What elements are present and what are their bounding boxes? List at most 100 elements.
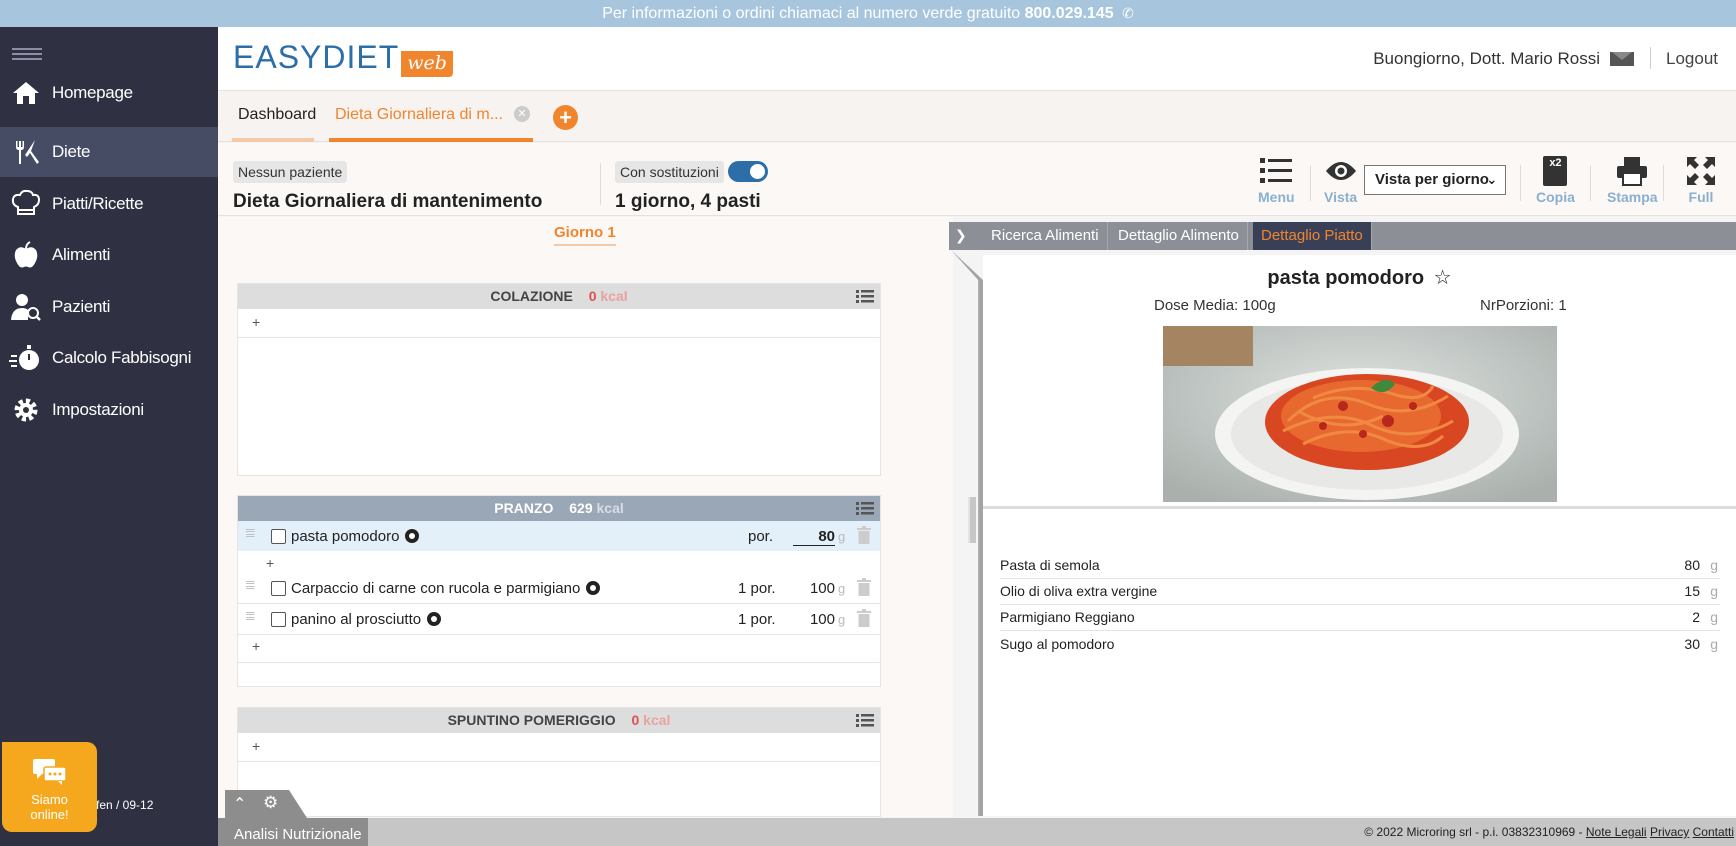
sidebar-item-label: Alimenti — [52, 245, 111, 264]
view-select[interactable]: Vista per giorno ⌄ — [1364, 165, 1506, 195]
meal-options-icon[interactable] — [856, 502, 874, 515]
sidebar-item-label: Pazienti — [52, 297, 111, 316]
dish-title: pasta pomodoro ☆ — [1267, 267, 1452, 289]
tab-close-icon[interactable]: ✕ — [514, 106, 530, 122]
drag-handle-icon[interactable]: ═ ═ — [246, 607, 260, 624]
ingredient-qty: 30 — [1684, 636, 1700, 652]
sidebar-item-diete[interactable]: Diete — [0, 127, 218, 177]
full-button[interactable]: Full — [1686, 155, 1716, 205]
food-name[interactable]: panino al prosciutto — [291, 611, 442, 628]
table-row[interactable]: ═ ═ pasta pomodoro por. 80 g — [238, 521, 880, 551]
drag-handle-icon[interactable]: ═ ═ — [246, 576, 260, 593]
meal-name: PRANZO — [494, 500, 554, 516]
add-food-button[interactable]: + — [252, 738, 260, 754]
quantity-input[interactable]: 80 — [793, 528, 835, 546]
portion-label: 1 por. — [738, 580, 776, 597]
ingredient-row: Sugo al pomodoro 30 g — [1000, 632, 1720, 658]
star-icon[interactable]: ☆ — [1434, 267, 1452, 289]
stampa-button[interactable]: Stampa — [1607, 155, 1658, 205]
menu-button[interactable]: Menu — [1258, 155, 1295, 205]
menu-label: Menu — [1258, 189, 1295, 205]
chevron-up-icon[interactable]: ⌃ — [233, 794, 246, 814]
sidebar-item-impostazioni[interactable]: Impostazioni — [0, 385, 218, 435]
copia-label: Copia — [1536, 189, 1575, 205]
nr-porzioni: NrPorzioni: 1 — [1480, 297, 1567, 314]
portion-label: 1 por. — [738, 611, 776, 628]
meal-kcal: 629 — [569, 500, 593, 516]
eye-icon — [1324, 155, 1357, 187]
app-header: EASYDIET web Buongiorno, Dott. Mario Ros… — [218, 27, 1736, 91]
tab-giorno-1[interactable]: Giorno 1 — [554, 224, 616, 246]
days-meals-summary: 1 giorno, 4 pasti — [615, 191, 761, 212]
stampa-label: Stampa — [1607, 189, 1658, 205]
meal-options-icon[interactable] — [856, 714, 874, 727]
table-row[interactable]: ═ ═ Carpaccio di carne con rucola e parmi… — [238, 573, 880, 603]
sidebar-item-pazienti[interactable]: Pazienti — [0, 282, 218, 332]
privacy-link[interactable]: Privacy — [1650, 825, 1689, 839]
row-checkbox[interactable] — [271, 581, 286, 596]
meal-options-icon[interactable] — [856, 290, 874, 303]
ingredient-name: Sugo al pomodoro — [1000, 636, 1115, 652]
mail-icon[interactable] — [1610, 52, 1634, 66]
row-checkbox[interactable] — [271, 612, 286, 627]
contatti-link[interactable]: Contatti — [1693, 825, 1734, 839]
sidebar-item-calcolo-fabbisogni[interactable]: Calcolo Fabbisogni — [0, 333, 218, 383]
tab-dettaglio-piatto[interactable]: Dettaglio Piatto — [1253, 222, 1372, 250]
food-name[interactable]: pasta pomodoro — [291, 528, 420, 545]
sidebar-item-label: Diete — [52, 142, 91, 161]
tab-dieta-giornaliera[interactable]: Dieta Giornaliera di m... — [328, 106, 534, 142]
add-tab-button[interactable]: + — [553, 105, 578, 130]
toolbar-divider — [1520, 165, 1521, 201]
vista-button[interactable]: Vista — [1324, 155, 1357, 205]
quantity-value[interactable]: 100 — [793, 611, 835, 628]
drag-handle-icon[interactable]: ═ ═ — [246, 524, 260, 541]
substitutions-toggle[interactable] — [728, 161, 768, 182]
table-row[interactable]: ═ ═ panino al prosciutto 1 por. 100 g — [238, 604, 880, 634]
detail-icon[interactable] — [405, 529, 420, 543]
detail-icon[interactable] — [586, 581, 601, 595]
sidebar-item-label: Calcolo Fabbisogni — [52, 348, 192, 367]
home-icon — [0, 80, 52, 106]
patient-badge[interactable]: Nessun paziente — [233, 161, 348, 183]
quantity-value[interactable]: 100 — [793, 580, 835, 597]
resize-handle[interactable] — [968, 497, 976, 543]
toolbar-divider — [1310, 165, 1311, 201]
hamburger-menu-icon[interactable] — [12, 48, 42, 60]
printer-icon — [1607, 155, 1658, 187]
logo[interactable]: EASYDIET web — [233, 41, 453, 77]
copia-button[interactable]: x2 Copia — [1536, 155, 1575, 205]
food-name[interactable]: Carpaccio di carne con rucola e parmigia… — [291, 580, 601, 597]
info-divider — [600, 163, 601, 205]
gear-icon[interactable]: ⚙ — [263, 793, 278, 813]
tab-dettaglio-alimento[interactable]: Dettaglio Alimento — [1110, 222, 1248, 250]
phone-number[interactable]: 800.029.145 — [1025, 5, 1114, 22]
row-checkbox[interactable] — [271, 529, 286, 544]
divider — [238, 634, 880, 635]
ingredient-name: Pasta di semola — [1000, 557, 1100, 573]
toolbar-divider — [1663, 165, 1664, 201]
add-food-button[interactable]: + — [266, 555, 274, 571]
trash-icon[interactable] — [857, 526, 871, 544]
chat-widget[interactable]: Siamo online! — [2, 742, 97, 832]
tab-dashboard[interactable]: Dashboard — [231, 106, 316, 142]
ingredient-row: Parmigiano Reggiano 2 g — [1000, 605, 1720, 631]
add-food-button[interactable]: + — [252, 638, 260, 654]
analisi-nutrizionale-button[interactable]: Analisi Nutrizionale — [218, 818, 368, 846]
sidebar-item-alimenti[interactable]: Alimenti — [0, 230, 218, 280]
sidebar-item-piatti-ricette[interactable]: Piatti/Ricette — [0, 179, 218, 229]
logout-link[interactable]: Logout — [1666, 49, 1718, 69]
detail-icon[interactable] — [427, 612, 442, 626]
tab-ricerca-alimenti[interactable]: Ricerca Alimenti — [983, 222, 1108, 250]
trash-icon[interactable] — [857, 609, 871, 627]
collapse-panel-chevron-icon[interactable]: ❯ — [949, 222, 979, 250]
unit-label: g — [838, 581, 846, 596]
note-legali-link[interactable]: Note Legali — [1586, 825, 1647, 839]
ingredient-unit: g — [1710, 609, 1718, 625]
sidebar-item-homepage[interactable]: Homepage — [0, 68, 218, 118]
divider — [238, 337, 880, 338]
diet-title: Dieta Giornaliera di mantenimento — [233, 191, 543, 212]
meal-spuntino-pomeriggio: SPUNTINO POMERIGGIO 0 kcal + — [237, 707, 881, 817]
chef-hat-icon — [0, 189, 52, 219]
trash-icon[interactable] — [857, 578, 871, 596]
add-food-button[interactable]: + — [252, 314, 260, 330]
